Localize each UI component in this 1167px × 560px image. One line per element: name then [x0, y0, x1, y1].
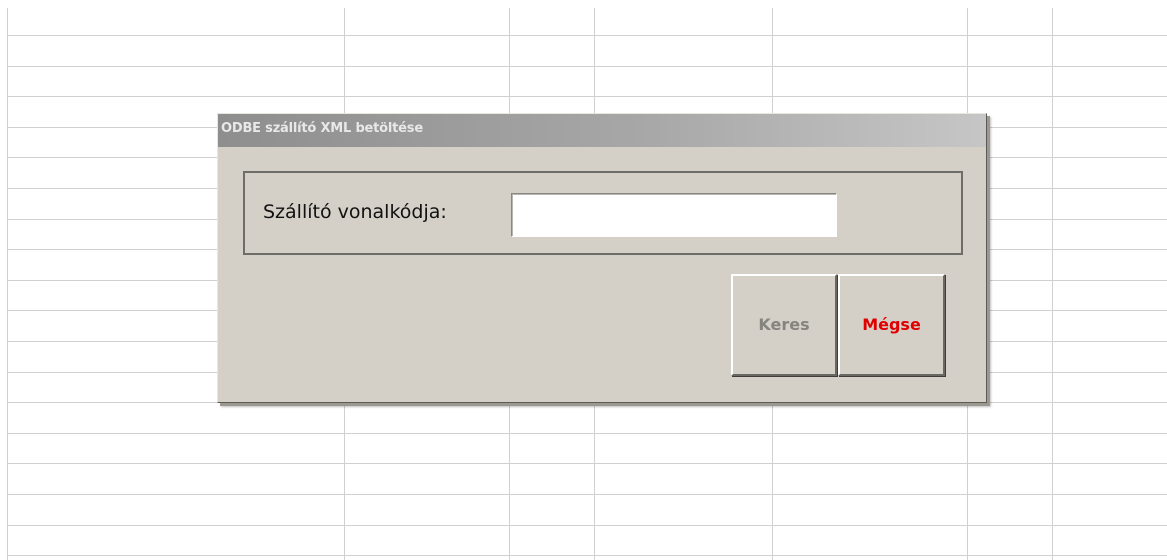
supplier-xml-load-dialog: ODBE szállító XML betöltése Szállító von…: [217, 113, 987, 403]
barcode-input[interactable]: [511, 193, 837, 237]
barcode-field-label: Szállító vonalkódja:: [263, 201, 447, 223]
dialog-titlebar[interactable]: ODBE szállító XML betöltése: [218, 114, 986, 147]
dialog-title: ODBE szállító XML betöltése: [221, 121, 423, 136]
cancel-button[interactable]: Mégse: [838, 274, 945, 376]
search-button-label: Keres: [758, 315, 810, 334]
cancel-button-label: Mégse: [862, 315, 921, 334]
barcode-frame: Szállító vonalkódja:: [243, 171, 963, 255]
search-button[interactable]: Keres: [731, 274, 837, 376]
spreadsheet-background: ODBE szállító XML betöltése Szállító von…: [0, 0, 1167, 560]
